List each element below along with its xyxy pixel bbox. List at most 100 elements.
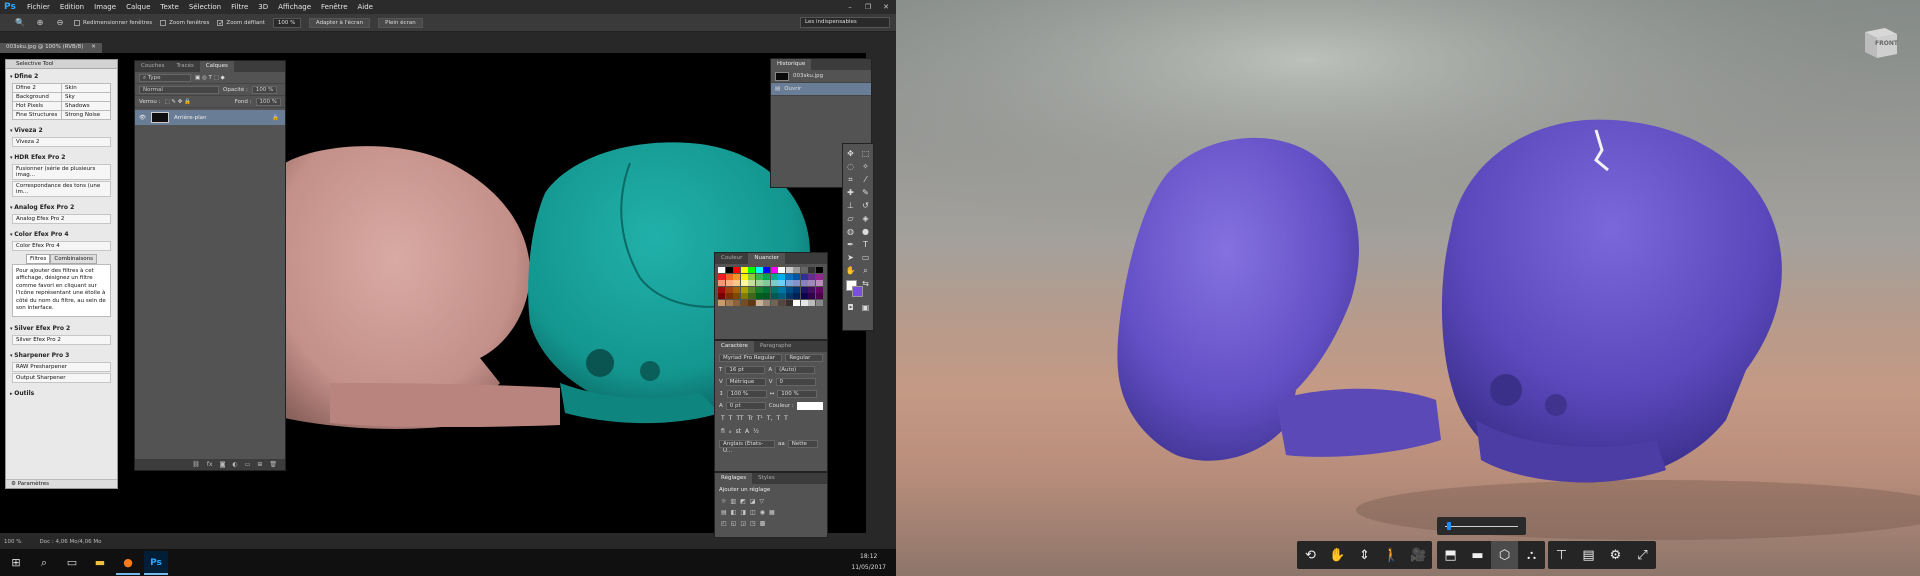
list-item[interactable]: Hot Pixels [13,102,61,110]
status-zoom[interactable]: 100 % [4,538,21,547]
task-view-icon[interactable]: ▭ [60,551,84,575]
camera-icon[interactable]: 🎥 [1405,541,1432,569]
pen-tool-icon[interactable]: ✒ [843,239,858,250]
fx-icon[interactable]: fx [207,461,213,468]
slider-thumb[interactable] [1446,522,1451,530]
menu-aide[interactable]: Aide [353,0,378,14]
tab-combinaisons[interactable]: Combinaisons [50,254,97,264]
color-swatch[interactable] [763,280,770,286]
color-swatch[interactable] [733,267,740,273]
bucket-tool-icon[interactable]: ◈ [858,213,873,224]
healing-tool-icon[interactable]: ✚ [843,187,858,198]
list-item[interactable]: Fusionner (série de plusieurs imag... [12,164,111,180]
color-swatch[interactable] [755,286,763,293]
layer-kind-select[interactable]: ⌕ Type [139,73,191,82]
menu-texte[interactable]: Texte [155,0,183,14]
analog-title[interactable]: Analog Efex Pro 2 [10,202,113,213]
list-item[interactable]: Skin [62,84,110,92]
menu-edition[interactable]: Edition [55,0,89,14]
tab-calques[interactable]: Calques [199,61,234,72]
color-swatch[interactable] [808,273,815,280]
color-swatch[interactable] [770,280,778,286]
swatch-grid[interactable] [715,264,827,309]
color-swatch[interactable] [770,273,778,280]
tab-close-icon[interactable]: ✕ [91,44,96,52]
lock-icons[interactable]: ⬚ ✎ ✥ 🔒 [164,99,191,105]
posterize-icon[interactable]: ◱ [731,520,737,527]
antialias-select[interactable]: Nette [787,440,818,448]
dodge-tool-icon[interactable]: ● [858,226,873,237]
color-swatch[interactable] [748,267,755,273]
brightness-icon[interactable]: ☼ [721,498,726,505]
screen-mode-icon[interactable]: ▣ [858,302,873,313]
color-swatches[interactable] [843,278,863,300]
dfine-title[interactable]: Dfine 2 [10,71,113,82]
ordinal-icon[interactable]: A [745,428,749,435]
color-swatch[interactable] [815,299,823,306]
color-swatch[interactable] [808,267,815,273]
swash-icon[interactable]: ℴ [729,428,732,435]
color-swatch[interactable] [815,286,823,293]
lasso-tool-icon[interactable]: ◌ [843,161,858,172]
color-swatch[interactable] [755,267,763,273]
color-swatch[interactable] [808,299,815,306]
link-icon[interactable]: ⛓ [192,461,200,468]
menu-3d[interactable]: 3D [253,0,273,14]
color-swatch[interactable] [725,267,733,273]
zoom-tool-icon[interactable]: ⌕ [858,265,873,276]
color-swatch[interactable] [815,280,823,286]
color-swatch[interactable] [808,280,815,286]
fit-screen-button[interactable]: Adapter à l'écran [308,17,371,28]
blur-tool-icon[interactable]: ◍ [843,226,858,237]
color-swatch[interactable] [755,299,763,306]
opacity-field[interactable]: 100 % [251,85,278,94]
marquee-tool-icon[interactable]: ⬚ [858,148,873,159]
list-item[interactable]: Output Sharpener [12,372,111,383]
filter-icons[interactable]: ▣ ◎ T ⬚ ◆ [195,75,225,81]
color-swatch[interactable] [785,273,793,280]
color-swatch[interactable] [778,293,785,299]
tab-reglages[interactable]: Réglages [715,473,753,484]
color-swatch[interactable] [808,286,815,293]
curves-icon[interactable]: ◩ [740,498,746,505]
list-item[interactable]: Sky [62,93,110,101]
color-swatch[interactable] [785,286,793,293]
color-swatch[interactable] [785,280,793,286]
gradient-map-icon[interactable]: ▽ [759,498,764,505]
color-swatch[interactable] [793,280,800,286]
color-swatch[interactable] [793,293,800,299]
ligature-icon[interactable]: fi [721,428,725,435]
silver-title[interactable]: Silver Efex Pro 2 [10,323,113,334]
invert-icon[interactable]: ◰ [721,520,727,527]
zoom-windows-checkbox[interactable]: Zoom fenêtres [160,19,209,26]
move-tool-icon[interactable]: ✥ [843,148,858,159]
model-browser-icon[interactable]: ⛬ [1518,541,1545,569]
list-item[interactable]: Silver Efex Pro 2 [12,334,111,345]
hue-icon[interactable]: ◧ [731,509,737,516]
zoom-tool-icon[interactable]: 🔍 [14,17,26,29]
minimize-icon[interactable]: – [844,2,856,12]
color-swatch[interactable] [748,299,755,306]
close-icon[interactable]: ✕ [880,2,892,12]
properties-icon[interactable]: ▤ [1575,541,1602,569]
color-swatch[interactable] [748,273,755,280]
brush-tool-icon[interactable]: ✎ [858,187,873,198]
fill-field[interactable]: 100 % [255,97,281,106]
color-swatch[interactable] [740,273,748,280]
zoom-in-icon[interactable]: ⊕ [34,17,46,29]
font-family-select[interactable]: Myriad Pro Regular [719,354,783,362]
color-swatch[interactable] [748,293,755,299]
tab-historique[interactable]: Historique [771,59,812,70]
color-swatch[interactable] [793,299,800,306]
trash-icon[interactable]: 🗑 [269,461,277,468]
color-swatch[interactable] [763,286,770,293]
color-swatch[interactable] [763,273,770,280]
color-swatch[interactable] [778,286,785,293]
workspace-select[interactable]: Les indispensables [800,17,890,28]
viveza-title[interactable]: Viveza 2 [10,125,113,136]
underline-button[interactable]: T [776,415,780,422]
balance-icon[interactable]: ◨ [740,509,746,516]
document-tab[interactable]: 003sku.jpg @ 100% (RVB/8) ✕ [0,43,102,53]
tab-paragraphe[interactable]: Paragraphe [754,341,798,352]
hand-tool-icon[interactable]: ✋ [843,265,858,276]
